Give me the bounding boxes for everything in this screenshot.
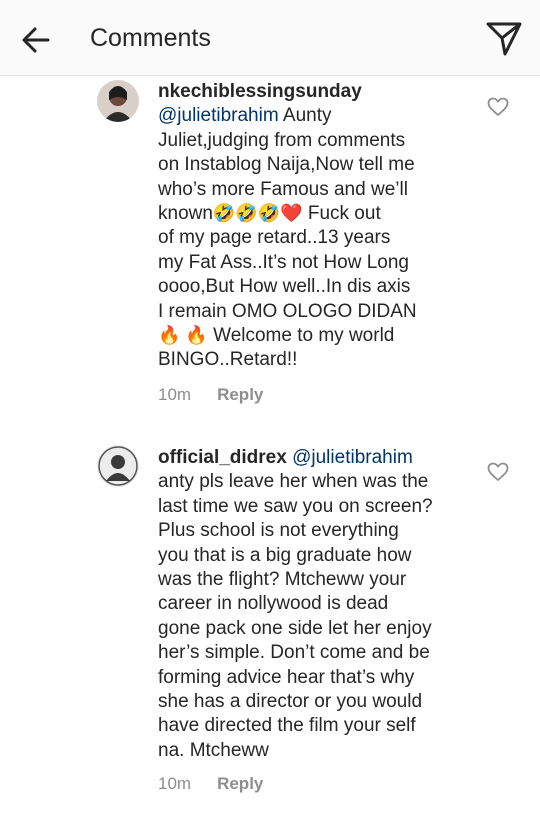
comment-username[interactable]: nkechiblessingsunday: [158, 81, 362, 102]
comment-time: 10m: [158, 774, 192, 793]
back-arrow-icon[interactable]: [18, 22, 54, 58]
top-bar: Comments: [0, 0, 540, 76]
avatar[interactable]: [97, 80, 139, 122]
comment-text: official_didrex @julietibrahim anty pls …: [158, 446, 463, 763]
comment-line: forming advice hear that’s why: [158, 666, 415, 688]
comment-line: anty pls leave her when was the: [158, 471, 429, 493]
comment-line: Welcome to my world: [207, 325, 395, 347]
comment-line: her’s simple. Don’t come and be: [158, 642, 430, 664]
comment-line: na. Mtcheww: [158, 739, 269, 761]
comment-line: last time we saw you on screen?: [158, 495, 433, 517]
comment-line: known: [158, 203, 213, 225]
comment-time: 10m: [158, 385, 192, 404]
comment-line: who’s more Famous and we’ll: [158, 178, 408, 200]
comment-text: nkechiblessingsunday @julietibrahim Aunt…: [158, 80, 463, 373]
avatar[interactable]: [97, 445, 139, 487]
comment-meta: 10m Reply: [158, 773, 263, 795]
reply-button[interactable]: Reply: [217, 774, 263, 793]
fire-emoji-icon: 🔥 🔥: [158, 325, 208, 346]
comment-line: Fuck out: [302, 203, 381, 225]
comment-username[interactable]: official_didrex: [158, 447, 287, 468]
comment-line: have directed the film your self: [158, 715, 416, 737]
comment-line: Juliet,judging from comments: [158, 129, 406, 151]
heart-icon[interactable]: [487, 462, 509, 482]
comment-mention[interactable]: @julietibrahim: [292, 447, 413, 468]
comment-line: Aunty: [282, 105, 332, 127]
comment-line: Plus school is not everything: [158, 520, 399, 542]
page-title: Comments: [90, 24, 211, 52]
comment-line: my Fat Ass..It’s not How Long: [158, 251, 409, 273]
comment-line: she has a director or you would: [158, 691, 423, 713]
comment-meta: 10m Reply: [158, 384, 263, 406]
comment-line: gone pack one side let her enjoy: [158, 617, 432, 639]
laughing-emoji-icon: 🤣🤣🤣❤️: [212, 203, 303, 224]
heart-icon[interactable]: [487, 97, 509, 117]
comment-line: I remain OMO OLOGO DIDAN: [158, 300, 417, 322]
comment-line: on Instablog Naija,Now tell me: [158, 154, 415, 176]
comment-line: BINGO..Retard!!: [158, 349, 298, 371]
reply-button[interactable]: Reply: [217, 385, 263, 404]
comment-line: of my page retard..13 years: [158, 227, 391, 249]
comment-mention[interactable]: @julietibrahim: [158, 105, 279, 126]
comment-line: career in nollywood is dead: [158, 593, 389, 615]
comment-line: you that is a big graduate how: [158, 544, 412, 566]
comment-line: oooo,But How well..In dis axis: [158, 276, 411, 298]
send-icon[interactable]: [484, 20, 524, 58]
comment-line: was the flight? Mtcheww your: [158, 569, 407, 591]
